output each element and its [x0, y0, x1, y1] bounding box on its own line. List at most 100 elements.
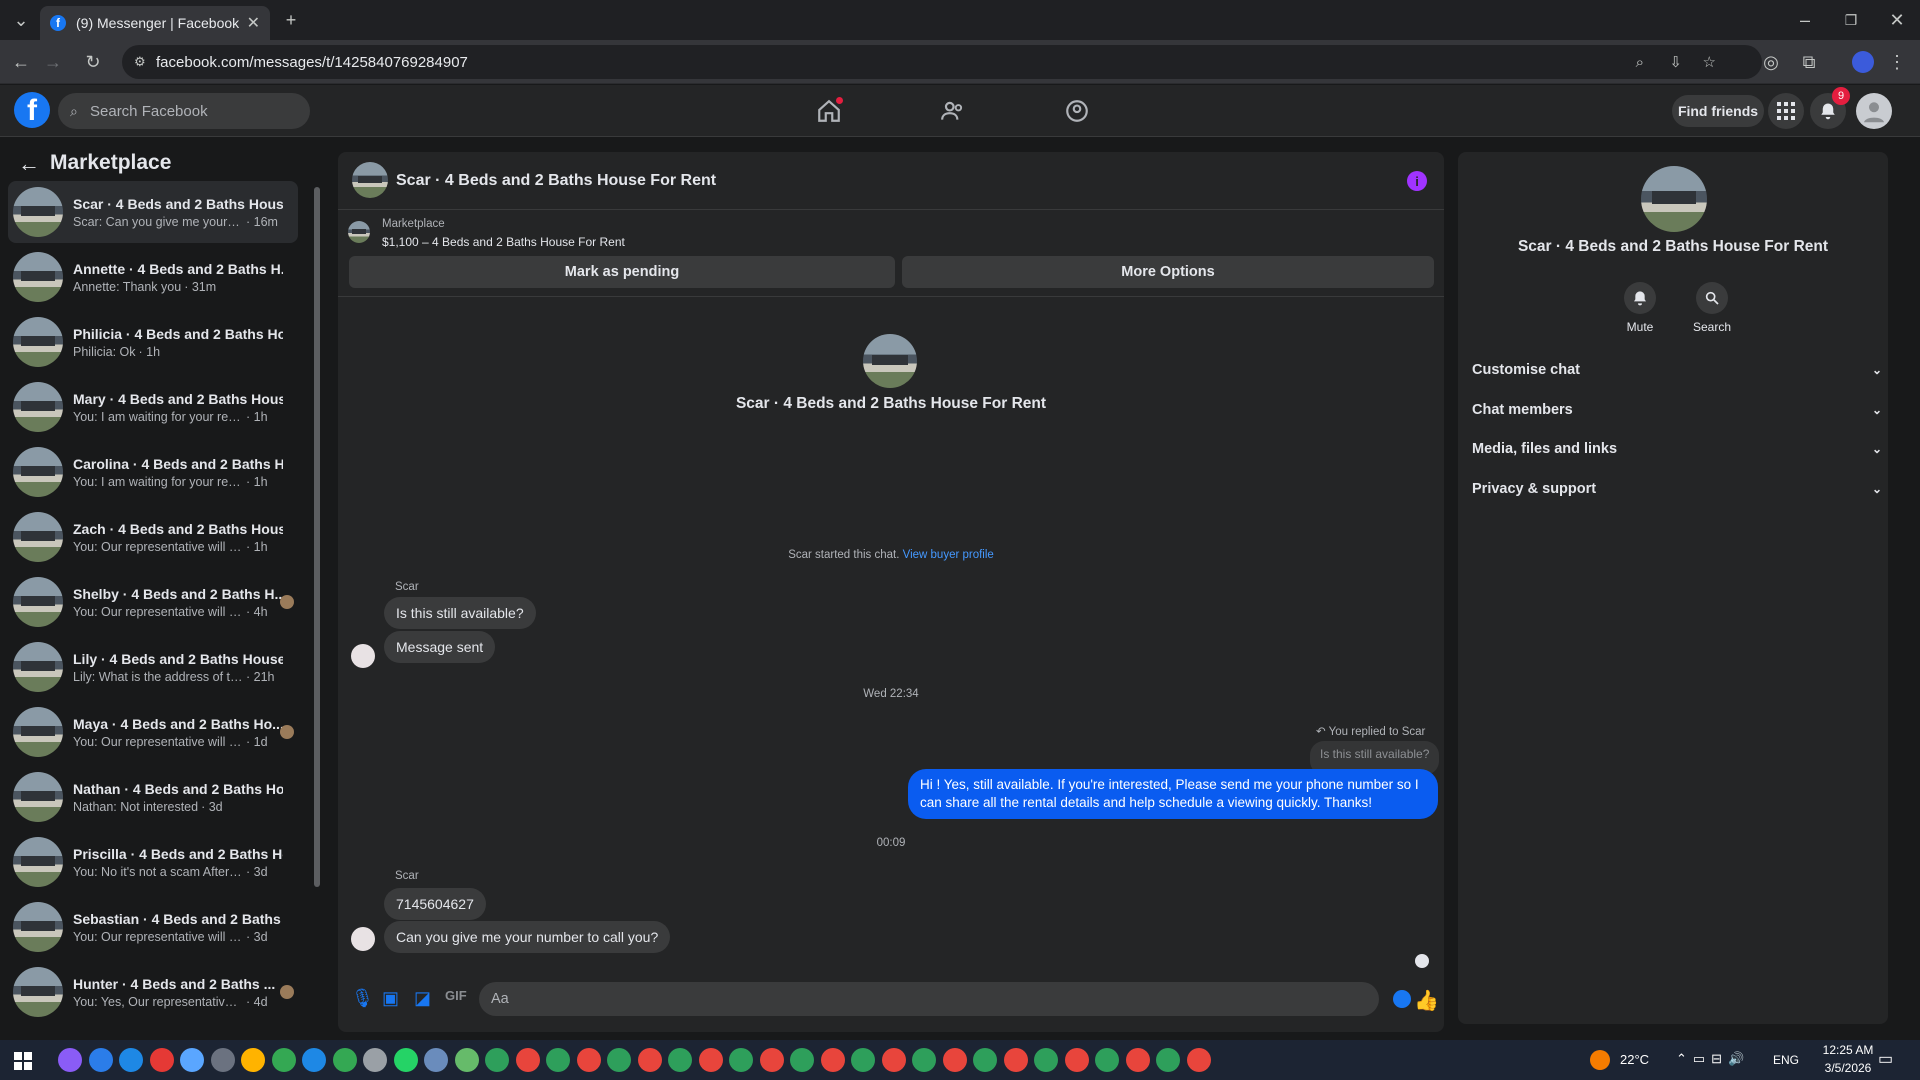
- taskbar-app-icon[interactable]: [58, 1048, 82, 1072]
- taskbar-app-icon[interactable]: [820, 1048, 845, 1072]
- taskbar-app-icon[interactable]: [241, 1048, 265, 1072]
- windows-start-icon[interactable]: [14, 1052, 32, 1070]
- new-tab-button[interactable]: +: [276, 5, 306, 35]
- conversation-item[interactable]: Hunter · 4 Beds and 2 Baths ... You: Yes,…: [8, 961, 298, 1023]
- taskbar-app-icon[interactable]: [363, 1048, 387, 1072]
- taskbar-app-icon[interactable]: [942, 1048, 967, 1072]
- groups-icon[interactable]: [1061, 95, 1093, 127]
- friends-icon[interactable]: [937, 95, 969, 127]
- translate-icon[interactable]: ◎: [1756, 47, 1786, 77]
- sender-avatar[interactable]: [351, 927, 375, 951]
- taskbar-app-icon[interactable]: [149, 1048, 174, 1072]
- incoming-message[interactable]: Is this still available?: [384, 597, 536, 629]
- taskbar-app-icon[interactable]: [1034, 1048, 1058, 1072]
- taskbar-app-icon[interactable]: [88, 1048, 113, 1072]
- conversation-item[interactable]: Mary · 4 Beds and 2 Baths Hous... You: I …: [8, 376, 298, 438]
- zoom-icon[interactable]: ⌕: [1636, 54, 1644, 71]
- taskbar-app-icon[interactable]: [759, 1048, 784, 1072]
- photo-icon[interactable]: ▣: [382, 988, 399, 1009]
- profile-icon[interactable]: [1848, 47, 1878, 77]
- close-window-icon[interactable]: ✕: [1882, 5, 1912, 35]
- gif-icon[interactable]: GIF: [445, 988, 467, 1003]
- forward-icon[interactable]: →: [38, 47, 68, 77]
- chat-header-avatar[interactable]: [352, 162, 388, 198]
- taskbar-app-icon[interactable]: [210, 1048, 235, 1072]
- listing-detail[interactable]: $1,100 – 4 Beds and 2 Baths House For Re…: [382, 235, 625, 249]
- taskbar-app-icon[interactable]: [485, 1048, 509, 1072]
- chat-title[interactable]: Scar · 4 Beds and 2 Baths House For Rent: [396, 172, 716, 190]
- tab-search-icon[interactable]: ⌄: [6, 5, 36, 35]
- details-section-2[interactable]: Media, files and links ⌄: [1472, 441, 1882, 457]
- address-bar[interactable]: ⚙ facebook.com/messages/t/14258407692849…: [122, 45, 1762, 79]
- taskbar-app-icon[interactable]: [393, 1048, 418, 1072]
- browser-tab[interactable]: f (9) Messenger | Facebook ✕: [40, 6, 270, 40]
- bookmark-star-icon[interactable]: ☆: [1703, 53, 1716, 71]
- mute-button[interactable]: Mute: [1622, 282, 1658, 334]
- notification-center-icon[interactable]: ▭: [1878, 1049, 1893, 1069]
- taskbar-app-icon[interactable]: [332, 1048, 357, 1072]
- like-thumb-icon[interactable]: 👍: [1414, 988, 1439, 1013]
- taskbar-app-icon[interactable]: [119, 1048, 143, 1072]
- site-info-icon[interactable]: ⚙: [134, 54, 146, 70]
- taskbar-app-icon[interactable]: [1003, 1048, 1028, 1072]
- outgoing-message[interactable]: Hi ! Yes, still available. If you're int…: [908, 769, 1438, 819]
- conversation-item[interactable]: Maya · 4 Beds and 2 Baths Ho... You: Our …: [8, 701, 298, 763]
- language-indicator[interactable]: ENG: [1773, 1053, 1799, 1067]
- taskbar-app-icon[interactable]: [607, 1048, 631, 1072]
- incoming-message[interactable]: Can you give me your number to call you?: [384, 921, 671, 953]
- conversation-item[interactable]: Carolina · 4 Beds and 2 Baths H... You: I…: [8, 441, 298, 503]
- taskbar-app-icon[interactable]: [424, 1048, 448, 1072]
- more-options-button[interactable]: More Options: [902, 256, 1434, 288]
- message-input[interactable]: Aa: [479, 982, 1411, 1016]
- extensions-icon[interactable]: ⧉: [1794, 47, 1824, 77]
- taskbar-app-icon[interactable]: [576, 1048, 601, 1072]
- taskbar-app-icon[interactable]: [1125, 1048, 1150, 1072]
- conversation-item[interactable]: Shelby · 4 Beds and 2 Baths H... You: Our…: [8, 571, 298, 633]
- search-chat-button[interactable]: Search: [1684, 282, 1740, 334]
- sidebar-scrollbar[interactable]: [314, 187, 320, 887]
- menu-grid-icon[interactable]: [1768, 93, 1804, 129]
- facebook-logo[interactable]: f: [14, 92, 50, 128]
- search-input[interactable]: ⌕ Search Facebook: [58, 93, 310, 129]
- listing-thumbnail[interactable]: [348, 221, 370, 243]
- microphone-icon[interactable]: 🎙: [351, 988, 374, 1009]
- conversation-item[interactable]: Priscilla · 4 Beds and 2 Baths Ho... You:…: [8, 831, 298, 893]
- details-section-1[interactable]: Chat members ⌄: [1472, 402, 1882, 418]
- taskbar-app-icon[interactable]: [1156, 1048, 1180, 1072]
- notifications-bell-icon[interactable]: 9: [1810, 87, 1850, 129]
- taskbar-app-icon[interactable]: [271, 1048, 296, 1072]
- reload-icon[interactable]: ↻: [78, 47, 108, 77]
- view-buyer-profile-link[interactable]: View buyer profile: [903, 549, 994, 561]
- emoji-icon[interactable]: [1393, 990, 1411, 1008]
- incoming-message[interactable]: 7145604627: [384, 888, 486, 920]
- taskbar-app-icon[interactable]: [546, 1048, 570, 1072]
- taskbar-app-icon[interactable]: [454, 1048, 479, 1072]
- install-icon[interactable]: ⇩: [1669, 53, 1682, 71]
- taskbar-app-icon[interactable]: [790, 1048, 814, 1072]
- taskbar-app-icon[interactable]: [1064, 1048, 1089, 1072]
- incoming-message[interactable]: Message sent: [384, 631, 496, 663]
- close-tab-icon[interactable]: ✕: [247, 13, 260, 33]
- taskbar-app-icon[interactable]: [637, 1048, 662, 1072]
- info-icon[interactable]: i: [1407, 171, 1427, 191]
- back-arrow-icon[interactable]: ←: [18, 151, 40, 177]
- mark-as-pending-button[interactable]: Mark as pending: [349, 256, 895, 288]
- conversation-item[interactable]: Nathan · 4 Beds and 2 Baths Ho... Nathan:…: [8, 766, 298, 828]
- taskbar-app-icon[interactable]: [302, 1048, 326, 1072]
- sender-avatar[interactable]: [351, 644, 375, 668]
- taskbar-app-icon[interactable]: [851, 1048, 875, 1072]
- home-icon[interactable]: [813, 95, 845, 127]
- center-avatar[interactable]: [863, 334, 917, 388]
- details-avatar[interactable]: [1641, 166, 1707, 232]
- taskbar-app-icon[interactable]: [180, 1048, 204, 1072]
- browser-menu-icon[interactable]: ⋮: [1882, 47, 1912, 77]
- conversation-item[interactable]: Lily · 4 Beds and 2 Baths House ... Lily:…: [8, 636, 298, 698]
- temperature[interactable]: 22°C: [1620, 1052, 1649, 1067]
- taskbar-app-icon[interactable]: [698, 1048, 723, 1072]
- taskbar-app-icon[interactable]: [973, 1048, 997, 1072]
- restore-icon[interactable]: ❐: [1836, 5, 1866, 35]
- minimize-icon[interactable]: –: [1790, 5, 1820, 35]
- taskbar-app-icon[interactable]: [729, 1048, 753, 1072]
- back-icon[interactable]: ←: [6, 47, 36, 77]
- weather-icon[interactable]: [1590, 1050, 1610, 1070]
